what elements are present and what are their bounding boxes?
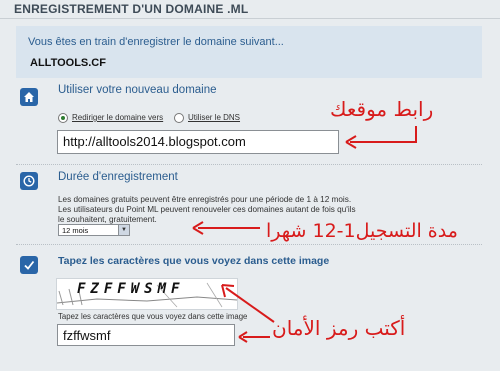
annotation-site-link: رابط موقعك xyxy=(330,97,434,121)
arrow-left-icon xyxy=(345,126,417,149)
arrow-up-left-icon xyxy=(221,284,275,323)
section-title-captcha: Tapez les caractères que vous voyez dans… xyxy=(58,255,330,267)
radio-redirect-label[interactable]: Rediriger le domaine vers xyxy=(72,113,163,122)
chevron-down-icon[interactable]: ▼ xyxy=(118,225,129,235)
radio-redirect[interactable] xyxy=(58,113,68,123)
radio-use-dns-label[interactable]: Utiliser le DNS xyxy=(188,113,240,122)
radio-use-dns[interactable] xyxy=(174,113,184,123)
home-icon xyxy=(20,88,38,106)
clock-icon xyxy=(20,172,38,190)
title-divider xyxy=(0,18,500,19)
captcha-image: FZFFWSMF xyxy=(56,278,238,310)
section-divider xyxy=(16,164,482,165)
arrow-left-icon xyxy=(238,331,270,343)
domain-name: ALLTOOLS.CF xyxy=(30,57,106,69)
section-title-new-domain: Utiliser votre nouveau domaine xyxy=(58,84,217,96)
intro-text: Vous êtes en train d'enregistrer le doma… xyxy=(28,36,284,48)
section-divider xyxy=(16,244,482,245)
period-select-value: 12 mois xyxy=(62,226,89,235)
check-icon xyxy=(20,256,38,274)
redirect-url-input[interactable]: http://alltools2014.blogspot.com xyxy=(57,130,339,154)
period-select[interactable]: 12 mois ▼ xyxy=(58,224,130,236)
captcha-input[interactable]: fzffwsmf xyxy=(57,324,235,346)
section-title-duration: Durée d'enregistrement xyxy=(58,171,178,183)
annotation-security-code: أكتب رمز الأمان xyxy=(272,316,406,340)
captcha-text: FZFFWSMF xyxy=(77,281,185,297)
domain-info-box xyxy=(16,26,482,78)
arrow-left-icon xyxy=(192,221,260,235)
page-title: ENREGISTREMENT D'UN DOMAINE .ML xyxy=(14,2,249,16)
annotation-period: مدة التسجيل1-12 شهرا xyxy=(266,220,458,242)
